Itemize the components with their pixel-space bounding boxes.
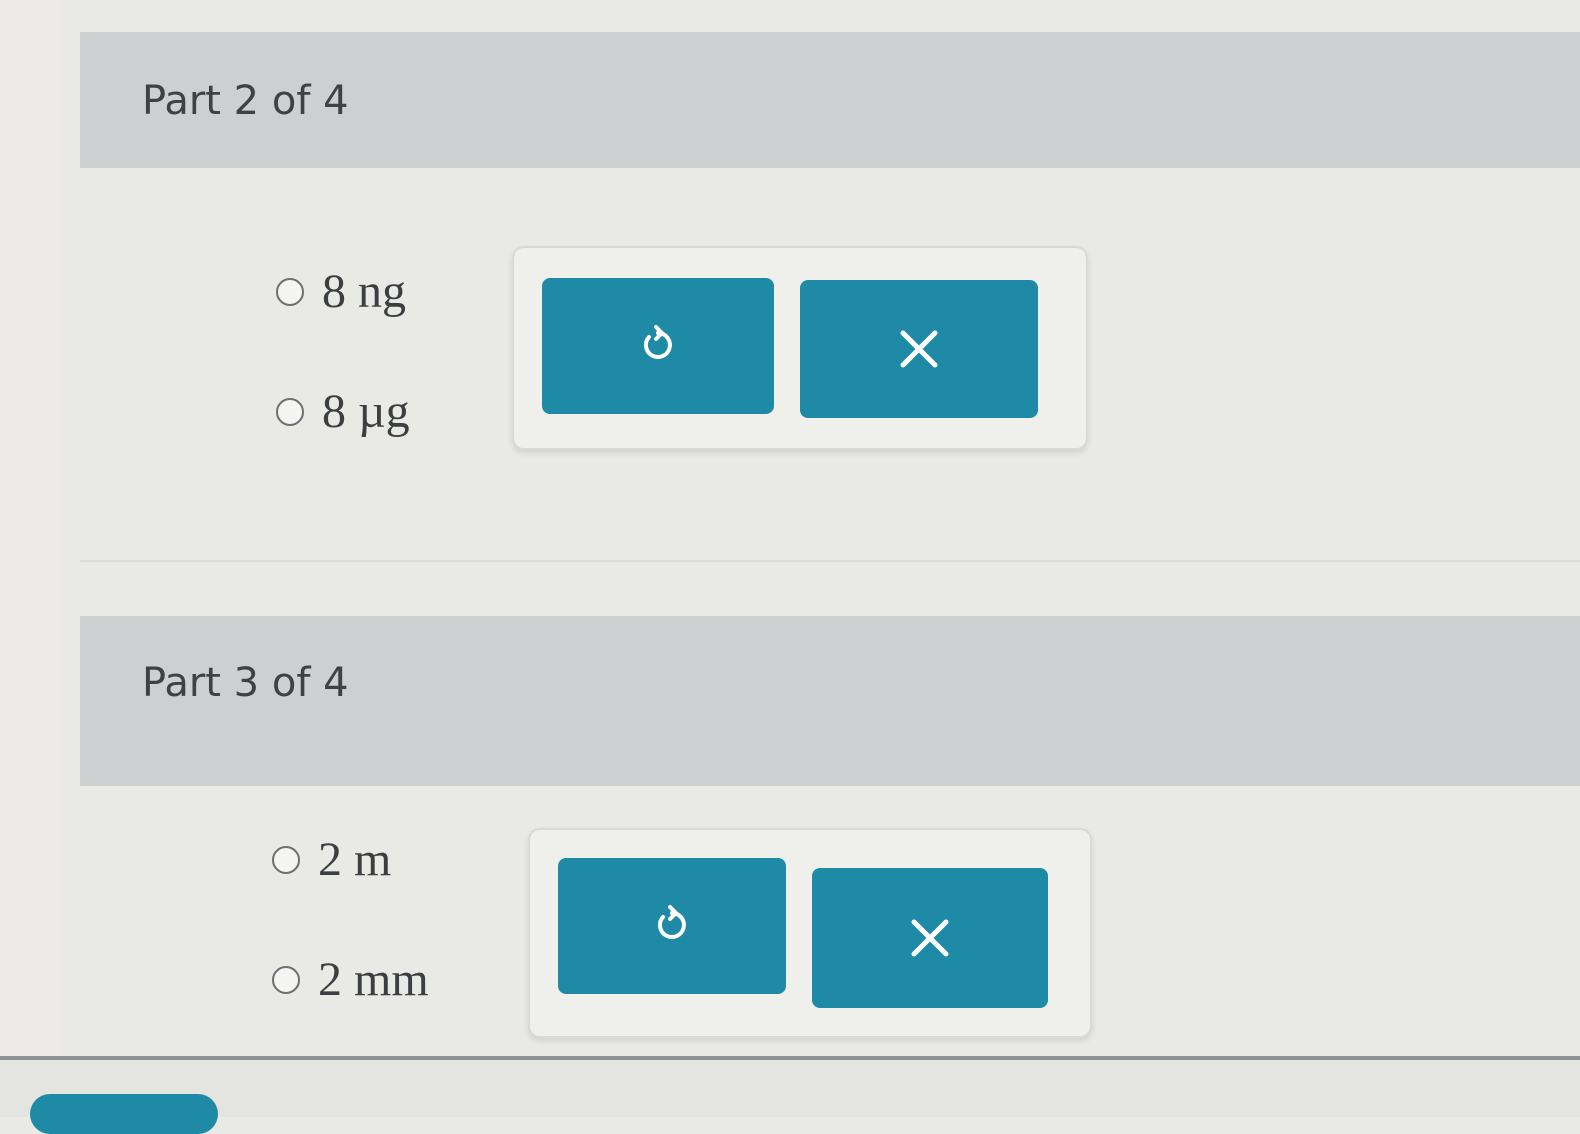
option-label: 2 mm bbox=[318, 953, 429, 1006]
part-2-action-panel bbox=[512, 246, 1088, 450]
undo-icon bbox=[650, 904, 694, 948]
part-2-undo-button[interactable] bbox=[542, 278, 774, 414]
part-3-clear-button[interactable] bbox=[812, 868, 1048, 1008]
part-3-undo-button[interactable] bbox=[558, 858, 786, 994]
part-3-header: Part 3 of 4 bbox=[80, 616, 1580, 786]
radio-button[interactable] bbox=[276, 277, 304, 306]
part-2-clear-button[interactable] bbox=[800, 280, 1038, 418]
part-3-option-m[interactable]: 2 m bbox=[272, 832, 391, 887]
footer-area bbox=[0, 1060, 1580, 1117]
part-3-option-mm[interactable]: 2 mm bbox=[272, 952, 429, 1007]
section-divider bbox=[80, 560, 1580, 562]
part-2-title: Part 2 of 4 bbox=[142, 78, 349, 124]
page-margin bbox=[0, 0, 60, 1117]
part-2-option-ng[interactable]: 8 ng bbox=[276, 264, 406, 319]
radio-button[interactable] bbox=[272, 965, 300, 994]
option-label: 8 µg bbox=[322, 385, 410, 438]
part-3-action-panel bbox=[528, 828, 1092, 1038]
undo-icon bbox=[636, 324, 680, 368]
radio-button[interactable] bbox=[276, 397, 304, 426]
part-2-header: Part 2 of 4 bbox=[80, 32, 1580, 168]
option-label: 2 m bbox=[318, 833, 392, 886]
part-3-title: Part 3 of 4 bbox=[142, 660, 349, 706]
close-icon bbox=[908, 916, 952, 960]
option-label: 8 ng bbox=[322, 265, 406, 318]
radio-button[interactable] bbox=[272, 845, 300, 874]
close-icon bbox=[897, 327, 941, 371]
partial-bottom-button[interactable] bbox=[30, 1094, 218, 1134]
part-2-option-ug[interactable]: 8 µg bbox=[276, 384, 410, 439]
